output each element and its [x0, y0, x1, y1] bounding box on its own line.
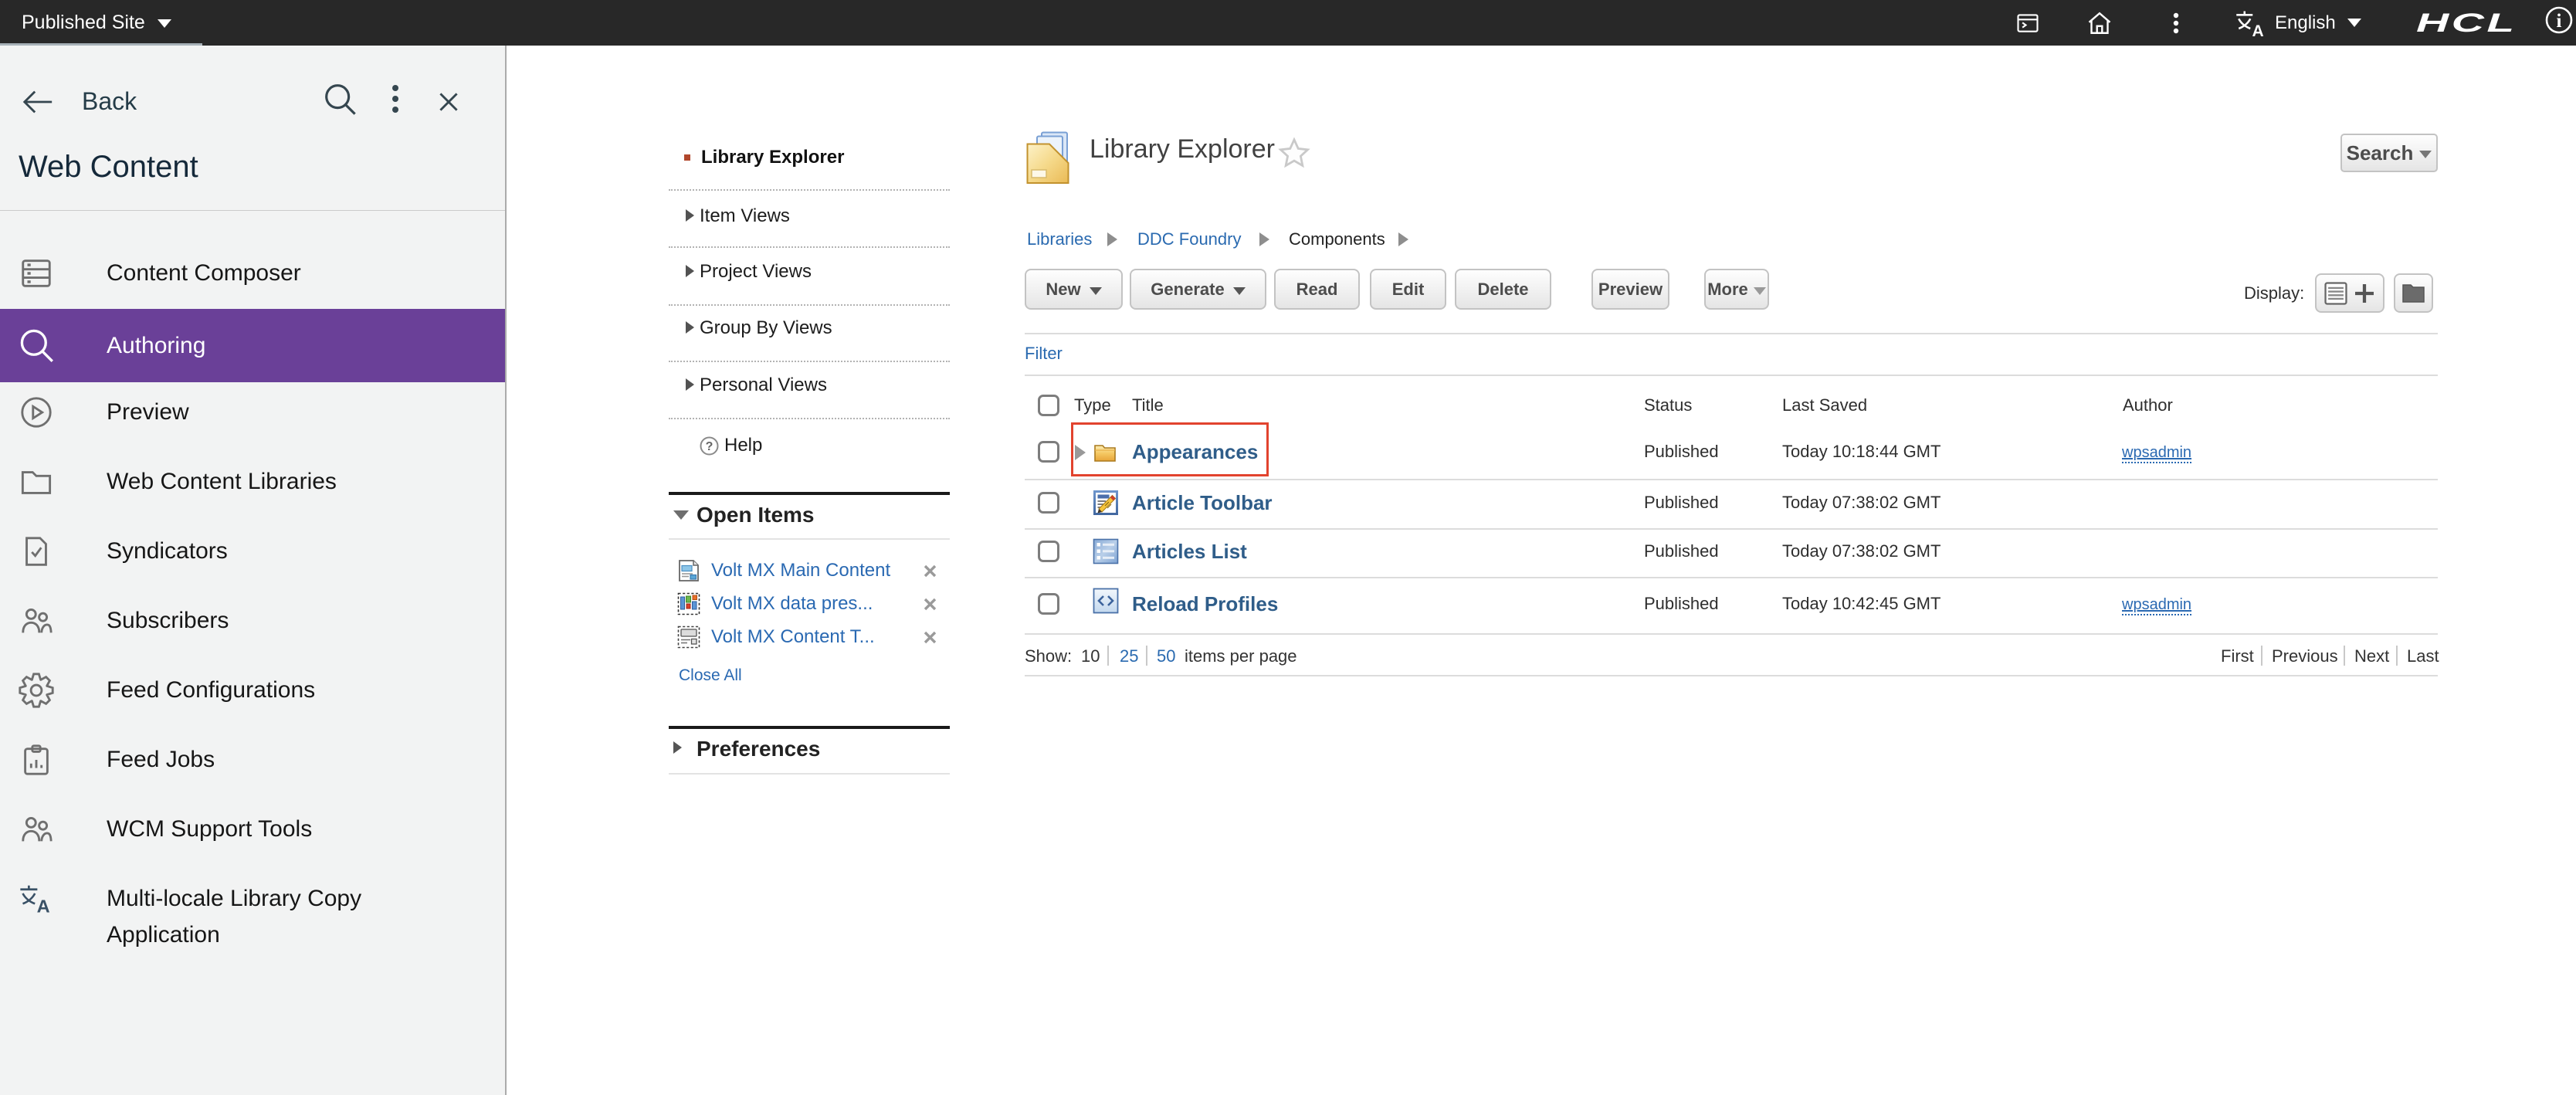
svg-text:A: A	[37, 896, 50, 916]
svg-text:A: A	[2252, 22, 2264, 38]
svg-text:i: i	[2557, 11, 2562, 32]
svg-text:?: ?	[706, 440, 713, 453]
